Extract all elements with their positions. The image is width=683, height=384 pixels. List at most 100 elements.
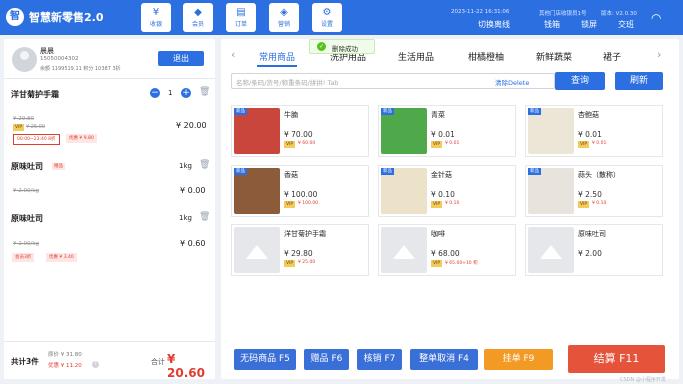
product-panel: ‹ 常用商品 洗护用品 生活用品 柑橘橙柚 新鲜蔬菜 裙子 › ✓ 删除成功 名… xyxy=(221,39,679,379)
store-logo-icon: 智 xyxy=(6,8,24,26)
product-card[interactable]: 新品 杏鲍菇 ¥ 0.01 VIP ¥ 0.01 xyxy=(525,105,663,157)
search-placeholder: 名称/条码/货号/称重条码/拼拼! Tab xyxy=(236,79,339,87)
tab-citrus[interactable]: 柑橘橙柚 xyxy=(468,50,504,63)
nav-order-button[interactable]: ▤ 订单 xyxy=(226,3,256,32)
product-name: 咖啡 xyxy=(431,230,445,238)
cart-panel: 晨晨 15050004302 余额 1199519.11 积分 10387 3折… xyxy=(4,39,215,380)
query-button[interactable]: 查询 xyxy=(555,72,605,90)
store-name: 其他门店收银员1号 xyxy=(539,11,587,17)
product-name: 青菜 xyxy=(431,111,445,119)
tab-vegetables[interactable]: 新鲜蔬菜 xyxy=(536,50,572,63)
product-card[interactable]: 新品 香菇 ¥ 100.00 VIP ¥ 100.00 xyxy=(231,165,369,217)
total-label: 合计 xyxy=(151,358,165,366)
product-image: 新品 xyxy=(381,108,427,154)
divider xyxy=(4,78,215,79)
member-balance: 余额 1199519.11 积分 10387 3折 xyxy=(40,66,121,72)
product-price: ¥ 0.10 xyxy=(431,190,455,199)
check-circle-icon: ✓ xyxy=(317,42,326,51)
product-card[interactable]: 新品 蒜头（散称） ¥ 2.50 VIP ¥ 0.10 xyxy=(525,165,663,217)
discount-badge: 优惠 ¥ 3.40 xyxy=(46,253,77,262)
item-orig-price: ¥ 2.00/kg xyxy=(13,188,40,194)
decrease-qty-button[interactable]: − xyxy=(150,88,160,98)
vip-icon: VIP xyxy=(578,141,590,148)
increase-qty-button[interactable]: + xyxy=(181,88,191,98)
product-vip-price: ¥ 60.00 xyxy=(298,141,316,146)
product-card[interactable]: 原味吐司 ¥ 2.00 xyxy=(525,224,663,276)
cancel-order-button[interactable]: 整单取消 F4 xyxy=(410,349,478,370)
cashier-icon: ¥ xyxy=(152,7,160,18)
no-barcode-button[interactable]: 无码商品 F5 xyxy=(234,349,296,370)
item-price: ¥ 20.00 xyxy=(176,121,207,130)
discount-badge: 优惠 ¥ 9.80 xyxy=(66,134,97,143)
product-price: ¥ 29.80 xyxy=(284,249,313,258)
product-image: 新品 xyxy=(528,168,574,214)
switch-offline-button[interactable]: 切换离线 xyxy=(478,19,510,30)
product-card[interactable]: 咖啡 ¥ 68.00 VIP ¥ 65.00+10 积 xyxy=(378,224,516,276)
product-image: 新品 xyxy=(528,108,574,154)
product-name: 原味吐司 xyxy=(578,230,606,238)
tabs-prev-icon[interactable]: ‹ xyxy=(231,48,235,61)
new-badge: 新品 xyxy=(381,108,394,115)
trash-icon[interactable]: 🗑 xyxy=(199,212,210,222)
tab-common[interactable]: 常用商品 xyxy=(259,50,295,63)
new-badge: 新品 xyxy=(234,108,247,115)
product-price: ¥ 100.00 xyxy=(284,190,318,199)
new-badge: 新品 xyxy=(528,108,541,115)
search-input[interactable]: 名称/条码/货号/称重条码/拼拼! Tab 清除Delete xyxy=(231,73,555,89)
product-price: ¥ 2.00 xyxy=(578,249,602,258)
item-member-price: ¥ 25.00 xyxy=(26,124,46,130)
vip-icon: VIP xyxy=(284,201,296,208)
product-price: ¥ 0.01 xyxy=(578,130,602,139)
nav-member-button[interactable]: ◆ 会员 xyxy=(183,3,213,32)
version: 版本: V2.0.30 xyxy=(601,11,637,17)
summary-orig: 原价 ¥ 31.80 xyxy=(48,352,82,358)
product-price: ¥ 2.50 xyxy=(578,190,602,199)
product-price: ¥ 0.01 xyxy=(431,130,455,139)
hold-order-button[interactable]: 挂单 F9 xyxy=(484,349,553,370)
summary-discount: 优惠 ¥ 11.20 xyxy=(48,363,82,369)
product-price: ¥ 68.00 xyxy=(431,249,460,258)
product-price: ¥ 70.00 xyxy=(284,130,313,139)
gift-button[interactable]: 赠品 F6 xyxy=(304,349,349,370)
refresh-button[interactable]: 刷新 xyxy=(615,72,663,90)
vip-icon: VIP xyxy=(431,201,443,208)
nav-marketing-button[interactable]: ◈ 营销 xyxy=(269,3,299,32)
cash-drawer-button[interactable]: 钱箱 xyxy=(544,19,560,30)
checkout-button[interactable]: 结算 F11 xyxy=(568,345,665,373)
tab-daily[interactable]: 生活用品 xyxy=(398,50,434,63)
product-vip-price: ¥ 0.01 xyxy=(445,141,460,146)
datetime: 2023-11-22 16:31:06 xyxy=(451,9,510,15)
logout-button[interactable]: 退出 xyxy=(158,51,204,66)
product-vip-price: ¥ 100.00 xyxy=(298,201,319,206)
nav-cashier-button[interactable]: ¥ 收银 xyxy=(141,3,171,32)
trash-icon[interactable]: 🗑 xyxy=(199,87,210,97)
product-vip-price: ¥ 0.10 xyxy=(592,201,607,206)
order-list-icon: ▤ xyxy=(236,7,246,18)
vip-icon: VIP xyxy=(431,141,443,148)
product-card[interactable]: 新品 金针菇 ¥ 0.10 VIP ¥ 0.10 xyxy=(378,165,516,217)
product-vip-price: ¥ 65.00+10 积 xyxy=(445,261,478,266)
new-badge: 新品 xyxy=(381,168,394,175)
trash-icon[interactable]: 🗑 xyxy=(199,160,210,170)
info-icon[interactable]: ? xyxy=(92,361,99,368)
product-card[interactable]: 洋甘菊护手霜 ¥ 29.80 VIP ¥ 25.00 xyxy=(231,224,369,276)
verify-button[interactable]: 核销 F7 xyxy=(357,349,402,370)
item-name: 洋甘菊护手霜 xyxy=(11,90,59,99)
tab-skirts[interactable]: 裙子 xyxy=(603,50,621,63)
vip-icon: VIP xyxy=(431,260,443,267)
tabs-next-icon[interactable]: › xyxy=(657,48,661,61)
product-vip-price: ¥ 25.00 xyxy=(298,260,316,265)
product-card[interactable]: 新品 青菜 ¥ 0.01 VIP ¥ 0.01 xyxy=(378,105,516,157)
product-card[interactable]: 新品 牛腩 ¥ 70.00 VIP ¥ 60.00 xyxy=(231,105,369,157)
item-orig-price: ¥ 29.80 xyxy=(13,116,34,122)
member-discount-badge: 会员3折 xyxy=(12,253,35,262)
member-phone: 15050004302 xyxy=(40,56,79,62)
clear-button[interactable]: 清除Delete xyxy=(495,77,529,87)
member-diamond-icon: ◆ xyxy=(194,7,202,18)
shift-handover-button[interactable]: 交班 xyxy=(618,19,634,30)
lock-screen-button[interactable]: 锁屏 xyxy=(581,19,597,30)
vip-icon: VIP xyxy=(13,124,25,131)
product-name: 杏鲍菇 xyxy=(578,111,599,119)
wifi-icon: ◠ xyxy=(651,11,662,25)
nav-settings-button[interactable]: ⚙ 设置 xyxy=(312,3,342,32)
